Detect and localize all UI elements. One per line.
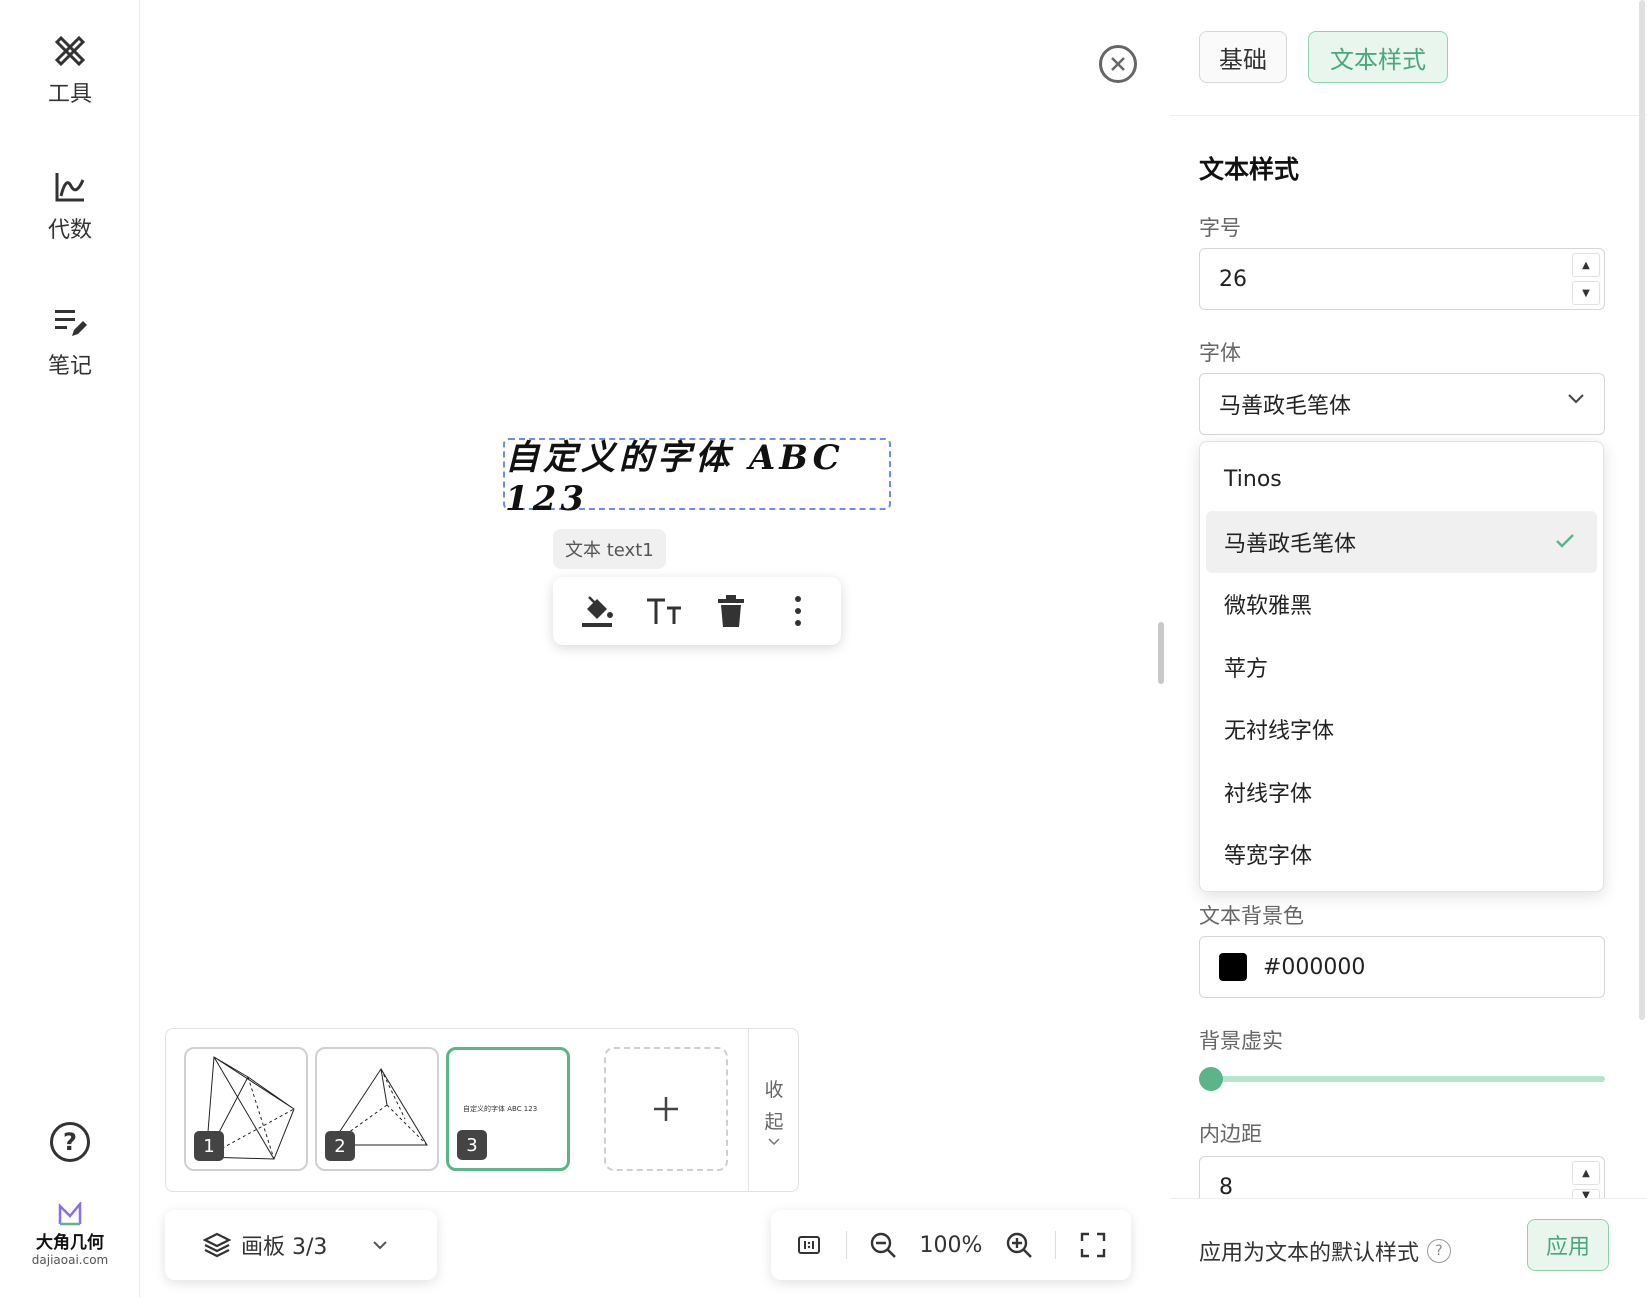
- apply-button[interactable]: 应用: [1527, 1219, 1609, 1271]
- font-option[interactable]: 苹方: [1206, 636, 1597, 699]
- more-button[interactable]: [776, 589, 820, 633]
- fullscreen-button[interactable]: [1073, 1225, 1113, 1265]
- panel-scrollbar[interactable]: [1639, 0, 1645, 1020]
- sidebar-item-label: 工具: [47, 82, 92, 107]
- padding-input[interactable]: 8 ▲ ▼: [1199, 1156, 1605, 1204]
- bg-opacity-label: 背景虚实: [1199, 1029, 1283, 1053]
- increment-button[interactable]: ▲: [1572, 253, 1600, 277]
- help-icon[interactable]: ?: [50, 1122, 90, 1162]
- color-swatch[interactable]: [1219, 953, 1247, 981]
- logo: 大角几何 dajiaoai.com: [0, 1202, 140, 1267]
- font-option[interactable]: 马善政毛笔体: [1206, 510, 1597, 573]
- boards-strip: 1 2 自定义的字体 ABC 123 3 收 起: [165, 1028, 799, 1192]
- sidebar-item-notes[interactable]: 笔记: [0, 306, 140, 380]
- left-sidebar: 工具 代数 笔记 ? 大角几何 dajiaoai.com: [0, 0, 140, 1298]
- zoom-bar: 100%: [771, 1210, 1131, 1280]
- default-style-label: 应用为文本的默认样式 ?: [1199, 1235, 1452, 1267]
- add-board-button[interactable]: [604, 1047, 728, 1171]
- board-selector[interactable]: 画板 3/3: [165, 1210, 437, 1280]
- chevron-down-icon: [1568, 394, 1584, 404]
- font-size-button[interactable]: [642, 589, 686, 633]
- tab-basic[interactable]: 基础: [1199, 31, 1287, 83]
- sidebar-item-algebra[interactable]: 代数: [0, 170, 140, 244]
- algebra-icon: [55, 173, 85, 202]
- panel-tabs: 基础 文本样式: [1170, 0, 1647, 116]
- section-title: 文本样式: [1199, 155, 1300, 184]
- collapse-boards-button[interactable]: 收 起: [748, 1029, 799, 1191]
- slider-handle[interactable]: [1199, 1067, 1223, 1091]
- panel-splitter[interactable]: [1158, 622, 1164, 684]
- zoom-in-icon: [1006, 1232, 1032, 1258]
- font-option[interactable]: Tinos: [1206, 448, 1597, 511]
- actual-size-icon: [798, 1236, 821, 1254]
- layers-icon: [203, 1232, 231, 1258]
- notes-icon: [55, 310, 87, 336]
- font-size-label: 字号: [1199, 216, 1241, 240]
- padding-stepper: ▲ ▼: [1572, 1161, 1600, 1201]
- properties-panel: 基础 文本样式 文本样式 字号 26 ▲ ▼ 字体 马善政毛笔体 Tinos 马…: [1170, 0, 1647, 1298]
- board-thumbnail-1[interactable]: 1: [184, 1047, 308, 1171]
- bg-color-input[interactable]: #000000: [1199, 936, 1605, 998]
- font-family-label: 字体: [1199, 341, 1241, 365]
- bg-color-label: 文本背景色: [1199, 904, 1304, 928]
- chevron-down-icon: [768, 1138, 780, 1146]
- sidebar-item-label: 代数: [47, 218, 92, 243]
- padding-label: 内边距: [1199, 1122, 1262, 1146]
- trash-icon: [717, 595, 744, 627]
- fullscreen-icon: [1080, 1232, 1105, 1258]
- object-toolbar: [553, 577, 841, 645]
- help-icon[interactable]: ?: [1427, 1239, 1452, 1263]
- font-family-dropdown: Tinos 马善政毛笔体 微软雅黑 苹方 无衬线字体 衬线字体 等宽字体: [1199, 441, 1604, 892]
- zoom-level: 100%: [919, 1232, 983, 1258]
- board-preview-text: 自定义的字体 ABC 123: [463, 1105, 538, 1113]
- bg-opacity-slider[interactable]: [1199, 1064, 1605, 1094]
- chevron-down-icon: [373, 1240, 388, 1249]
- tools-icon: [54, 35, 86, 67]
- zoom-out-button[interactable]: [863, 1225, 903, 1265]
- more-icon: [794, 596, 801, 626]
- font-size-icon: [646, 598, 681, 624]
- font-size-input[interactable]: 26 ▲ ▼: [1199, 248, 1605, 310]
- font-family-select[interactable]: 马善政毛笔体: [1199, 373, 1605, 435]
- increment-button[interactable]: ▲: [1572, 1161, 1600, 1185]
- board-thumbnail-2[interactable]: 2: [315, 1047, 439, 1171]
- object-tag: 文本 text1: [553, 529, 666, 569]
- fill-icon: [581, 596, 613, 627]
- logo-icon: [58, 1202, 82, 1226]
- zoom-in-button[interactable]: [999, 1225, 1039, 1265]
- sidebar-item-label: 笔记: [47, 354, 92, 379]
- font-option[interactable]: 微软雅黑: [1206, 573, 1597, 636]
- board-selector-label: 画板 3/3: [241, 1235, 328, 1260]
- fit-to-screen-button[interactable]: [789, 1225, 829, 1265]
- fill-color-button[interactable]: [575, 589, 619, 633]
- text-object[interactable]: 自定义的字体 ABC 123: [503, 438, 891, 519]
- zoom-out-icon: [870, 1232, 896, 1258]
- font-option[interactable]: 衬线字体: [1206, 761, 1597, 824]
- decrement-button[interactable]: ▼: [1572, 281, 1600, 305]
- check-icon: [1556, 533, 1574, 548]
- panel-footer: 应用为文本的默认样式 ? 应用: [1170, 1198, 1647, 1298]
- font-option[interactable]: 无衬线字体: [1206, 698, 1597, 761]
- text-object-content: 自定义的字体 ABC 123: [505, 437, 844, 519]
- font-size-stepper: ▲ ▼: [1572, 253, 1600, 305]
- close-icon[interactable]: [1099, 45, 1137, 83]
- font-option[interactable]: 等宽字体: [1206, 823, 1597, 886]
- tab-text-style[interactable]: 文本样式: [1308, 31, 1448, 83]
- delete-button[interactable]: [709, 589, 753, 633]
- board-thumbnail-3[interactable]: 自定义的字体 ABC 123 3: [446, 1047, 570, 1171]
- sidebar-item-tools[interactable]: 工具: [0, 34, 140, 108]
- plus-icon: [654, 1097, 678, 1121]
